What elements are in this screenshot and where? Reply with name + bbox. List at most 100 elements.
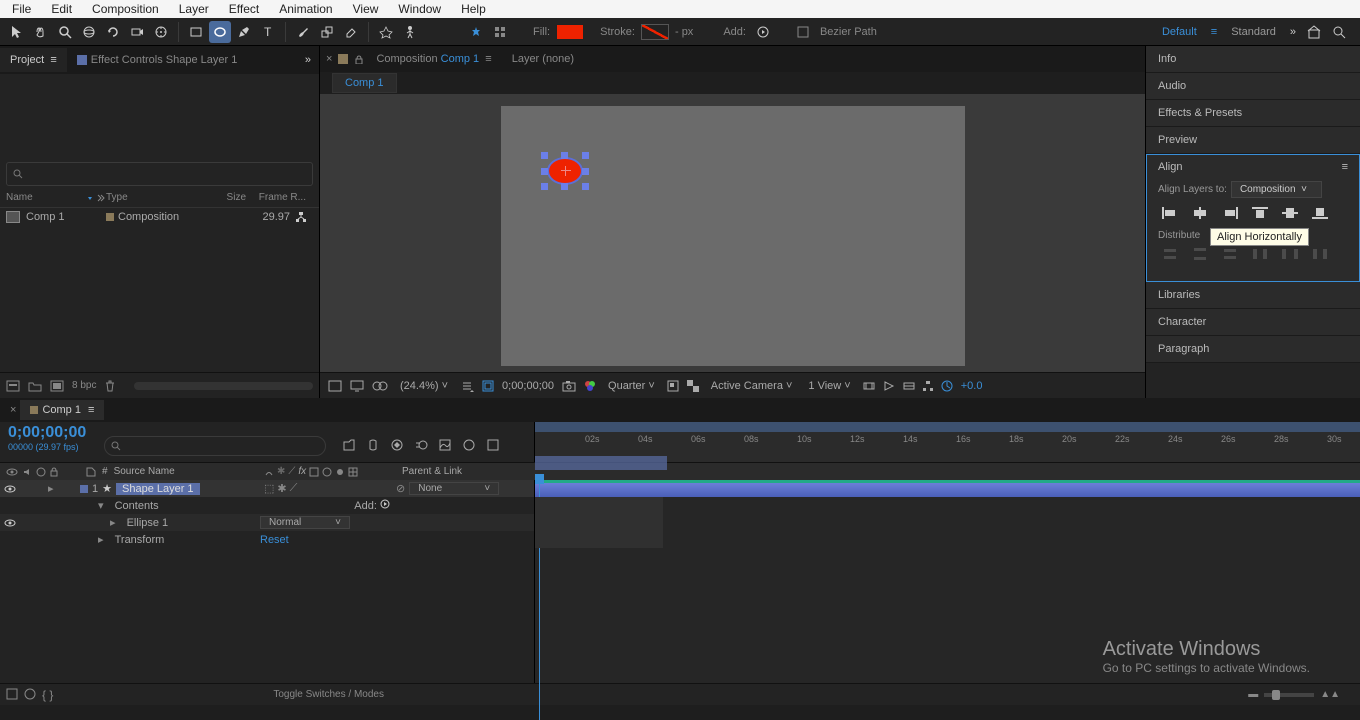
timeline-icon[interactable] <box>903 380 915 392</box>
fast-preview-icon[interactable] <box>883 380 895 392</box>
fill-label[interactable]: Fill: <box>529 26 554 38</box>
camera-dropdown[interactable]: Active Camera ˅ <box>707 380 797 392</box>
zoom-in-icon[interactable]: ▲▲ <box>1320 689 1340 700</box>
ellipse-tool-icon[interactable] <box>209 21 231 43</box>
menu-layer[interactable]: Layer <box>169 0 219 18</box>
brush-tool-icon[interactable] <box>292 21 314 43</box>
flowchart-icon[interactable] <box>296 212 306 222</box>
align-hcenter-icon[interactable] <box>1188 204 1212 222</box>
motion-blur-icon[interactable] <box>414 438 428 452</box>
layer-row[interactable]: ▸ 1★Shape Layer 1 ⬚✱⟋ ⊘None˅ <box>0 480 534 497</box>
panel-paragraph[interactable]: Paragraph <box>1146 336 1360 363</box>
draft3d-icon[interactable] <box>462 438 476 452</box>
display-icon[interactable] <box>350 380 364 392</box>
mag-icon[interactable] <box>328 380 342 392</box>
zoom-out-icon[interactable]: ▬ <box>1248 689 1258 700</box>
fill-swatch[interactable] <box>556 24 584 40</box>
ellipse-row[interactable]: ▸ Ellipse 1 Normal˅ <box>0 514 534 531</box>
reset-link[interactable]: Reset <box>260 534 289 546</box>
res-down-icon[interactable] <box>460 380 474 392</box>
trash-icon[interactable] <box>104 380 116 392</box>
stroke-width[interactable]: - px <box>671 26 697 38</box>
project-search[interactable] <box>6 162 313 186</box>
reset-exp-icon[interactable] <box>941 380 953 392</box>
timeline-search[interactable] <box>104 436 326 456</box>
eye-icon[interactable] <box>4 484 16 494</box>
clone-tool-icon[interactable] <box>316 21 338 43</box>
stroke-swatch[interactable] <box>641 24 669 40</box>
search-icon[interactable] <box>1332 25 1346 39</box>
puppet-tool-icon[interactable] <box>399 21 421 43</box>
transparency-icon[interactable] <box>687 380 699 392</box>
eraser-tool-icon[interactable] <box>340 21 362 43</box>
bezier-checkbox[interactable] <box>792 21 814 43</box>
stroke-label[interactable]: Stroke: <box>596 26 639 38</box>
blend-mode-dropdown[interactable]: Normal˅ <box>260 516 350 529</box>
view-dropdown[interactable]: 1 View ˅ <box>804 380 854 392</box>
lock-col-icon[interactable] <box>50 467 58 477</box>
menu-help[interactable]: Help <box>451 0 496 18</box>
interpret-icon[interactable] <box>6 380 20 392</box>
panel-audio[interactable]: Audio <box>1146 73 1360 100</box>
align-target-dropdown[interactable]: Composition ˅ <box>1231 181 1322 198</box>
selection-tool-icon[interactable] <box>6 21 28 43</box>
audio-col-icon[interactable] <box>22 467 32 477</box>
flowchart-icon-2[interactable] <box>923 381 933 391</box>
star-icon[interactable] <box>465 21 487 43</box>
transform-row[interactable]: ▸ Transform Reset <box>0 531 534 548</box>
toggle-switches[interactable]: Toggle Switches / Modes <box>273 689 384 700</box>
camera-tool-icon[interactable] <box>126 21 148 43</box>
rotate-tool-icon[interactable] <box>102 21 124 43</box>
current-time[interactable]: 0;00;00;00 <box>502 380 554 392</box>
panel-info[interactable]: Info <box>1146 46 1360 73</box>
shape-ellipse[interactable] <box>545 156 585 186</box>
zoom-dropdown[interactable]: (24.4%) ˅ <box>396 380 452 392</box>
bpc-label[interactable]: 8 bpc <box>72 380 96 391</box>
render-icon[interactable] <box>486 438 500 452</box>
comp-subtab[interactable]: Comp 1 <box>332 73 397 93</box>
solo-col-icon[interactable] <box>36 467 46 477</box>
pan-behind-tool-icon[interactable] <box>150 21 172 43</box>
align-left-icon[interactable] <box>1158 204 1182 222</box>
panel-character[interactable]: Character <box>1146 309 1360 336</box>
type-tool-icon[interactable]: T <box>257 21 279 43</box>
roto-tool-icon[interactable] <box>375 21 397 43</box>
workspace-standard[interactable]: Standard <box>1219 26 1288 38</box>
contents-row[interactable]: ▾ Contents Add: <box>0 497 534 514</box>
panel-effects[interactable]: Effects & Presets <box>1146 100 1360 127</box>
folder-icon[interactable] <box>28 380 42 392</box>
eye-icon[interactable] <box>4 518 16 528</box>
menu-composition[interactable]: Composition <box>82 0 169 18</box>
project-item[interactable]: Comp 1 Composition 29.97 <box>0 208 319 226</box>
align-top-icon[interactable] <box>1248 204 1272 222</box>
align-bottom-icon[interactable] <box>1308 204 1332 222</box>
panel-libraries[interactable]: Libraries <box>1146 282 1360 309</box>
parent-dropdown[interactable]: None˅ <box>409 482 499 495</box>
composition-tab[interactable]: Composition Comp 1 ≡ <box>368 49 499 69</box>
panel-menu-icon[interactable]: ≡ <box>1342 161 1348 173</box>
layer-tab[interactable]: Layer (none) <box>504 49 582 69</box>
menu-edit[interactable]: Edit <box>41 0 82 18</box>
toggle-icon[interactable] <box>24 688 36 700</box>
new-comp-icon[interactable] <box>50 380 64 392</box>
lock-icon[interactable] <box>354 54 364 64</box>
orbit-tool-icon[interactable] <box>78 21 100 43</box>
add-icon[interactable] <box>380 499 390 509</box>
channel-icon[interactable] <box>584 380 596 392</box>
add-menu-icon[interactable] <box>752 21 774 43</box>
layer-bar[interactable] <box>535 483 1360 497</box>
zoom-tool-icon[interactable] <box>54 21 76 43</box>
expand-icon[interactable] <box>6 688 18 700</box>
composition-viewer[interactable] <box>320 94 1145 372</box>
label-col-icon[interactable] <box>86 467 96 477</box>
mask-icon[interactable] <box>372 381 388 391</box>
hand-tool-icon[interactable] <box>30 21 52 43</box>
panel-preview[interactable]: Preview <box>1146 127 1360 154</box>
menu-file[interactable]: File <box>2 0 41 18</box>
quality-dropdown[interactable]: Quarter ˅ <box>604 380 659 392</box>
workspace-default[interactable]: Default <box>1150 26 1209 38</box>
eye-col-icon[interactable] <box>6 467 18 477</box>
snapshot-icon[interactable] <box>562 380 576 392</box>
frame-blend-icon[interactable] <box>390 438 404 452</box>
home-icon[interactable] <box>1306 25 1322 39</box>
